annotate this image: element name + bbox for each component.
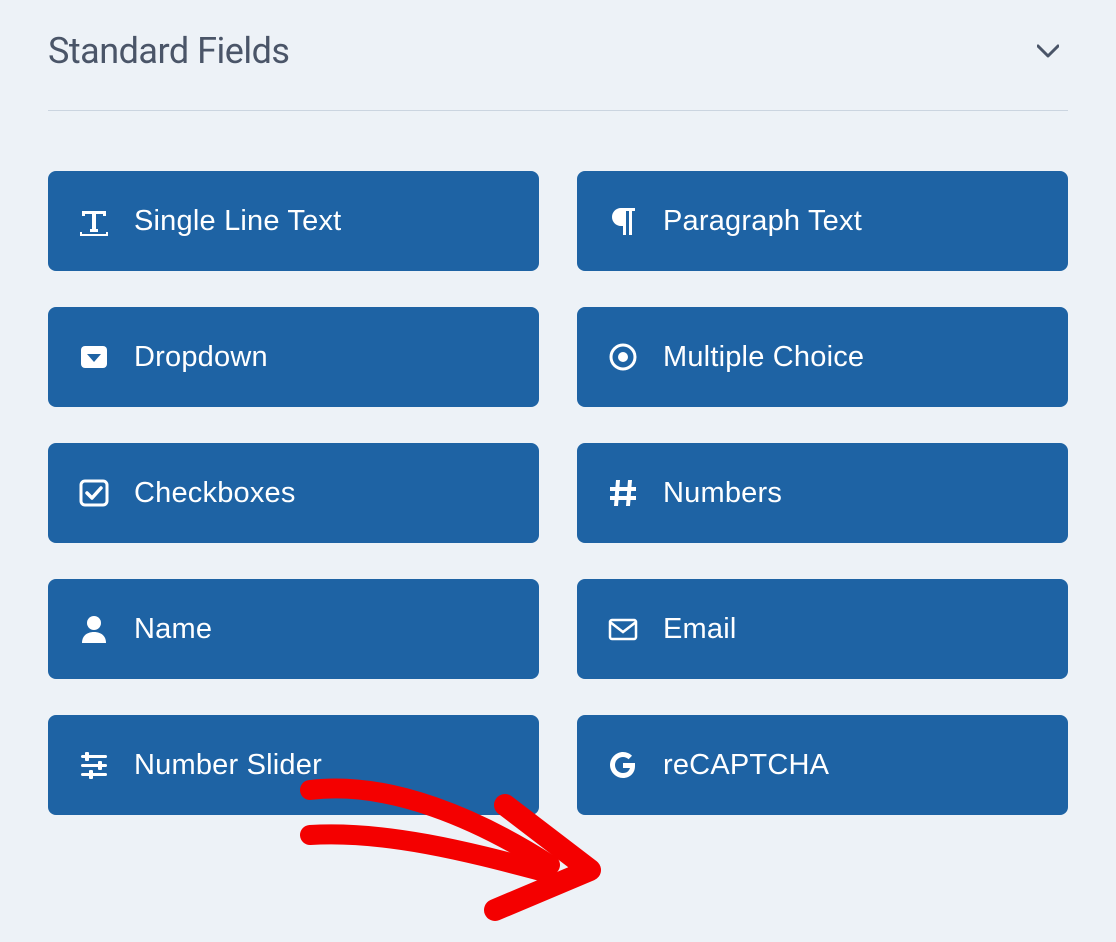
fields-grid: Single Line Text Paragraph Text Dropdown… — [48, 171, 1068, 815]
field-email[interactable]: Email — [577, 579, 1068, 679]
hash-icon — [607, 477, 639, 509]
field-recaptcha[interactable]: reCAPTCHA — [577, 715, 1068, 815]
google-icon — [607, 749, 639, 781]
field-number-slider[interactable]: Number Slider — [48, 715, 539, 815]
field-label: Name — [134, 613, 212, 646]
field-label: Number Slider — [134, 749, 322, 782]
paragraph-icon — [607, 205, 639, 237]
field-name[interactable]: Name — [48, 579, 539, 679]
section-header: Standard Fields — [48, 20, 1068, 110]
field-label: Paragraph Text — [663, 205, 862, 238]
field-dropdown[interactable]: Dropdown — [48, 307, 539, 407]
divider — [48, 110, 1068, 111]
field-label: Single Line Text — [134, 205, 341, 238]
field-label: reCAPTCHA — [663, 749, 829, 782]
chevron-down-icon[interactable] — [1028, 31, 1068, 71]
field-label: Multiple Choice — [663, 341, 864, 374]
field-paragraph-text[interactable]: Paragraph Text — [577, 171, 1068, 271]
section-title: Standard Fields — [48, 30, 289, 72]
person-icon — [78, 613, 110, 645]
field-label: Checkboxes — [134, 477, 296, 510]
radio-icon — [607, 341, 639, 373]
field-numbers[interactable]: Numbers — [577, 443, 1068, 543]
field-label: Dropdown — [134, 341, 268, 374]
envelope-icon — [607, 613, 639, 645]
dropdown-icon — [78, 341, 110, 373]
field-label: Email — [663, 613, 737, 646]
field-label: Numbers — [663, 477, 782, 510]
field-checkboxes[interactable]: Checkboxes — [48, 443, 539, 543]
text-icon — [78, 205, 110, 237]
field-single-line-text[interactable]: Single Line Text — [48, 171, 539, 271]
field-multiple-choice[interactable]: Multiple Choice — [577, 307, 1068, 407]
sliders-icon — [78, 749, 110, 781]
checkbox-icon — [78, 477, 110, 509]
